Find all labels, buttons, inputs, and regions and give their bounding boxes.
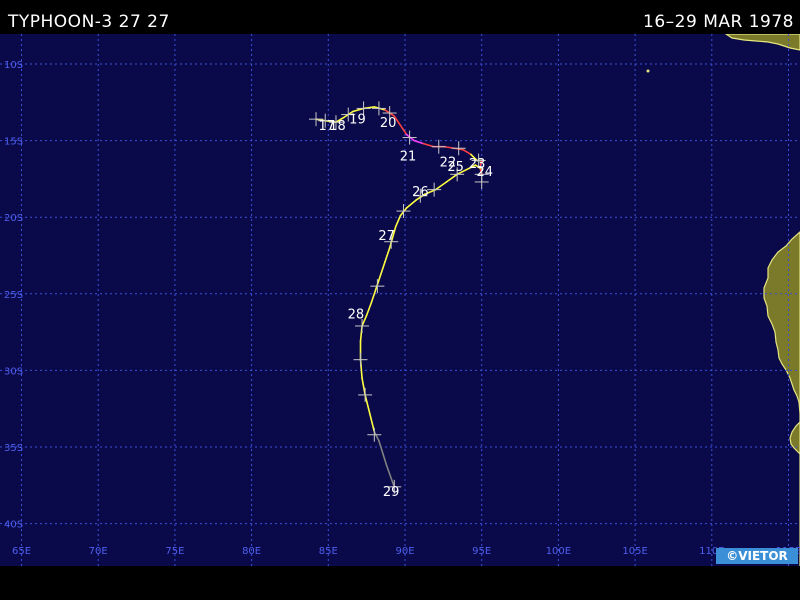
lon-label: 80E	[242, 546, 261, 557]
lat-label: 30S	[4, 366, 23, 377]
lon-label: 100E	[546, 546, 571, 557]
day-label: 20	[380, 116, 397, 131]
date-range: 16–29 MAR 1978	[643, 12, 794, 32]
day-label: 26	[412, 185, 429, 200]
day-label: 21	[400, 150, 417, 165]
lat-label: 10S	[4, 60, 23, 71]
day-label: 19	[349, 113, 366, 128]
lat-label: 25S	[4, 290, 23, 301]
lon-label: 85E	[319, 546, 338, 557]
lon-label: 70E	[89, 546, 108, 557]
map-canvas: 1718 19 2021 22 23242526272829 10S15S20S25S3…	[0, 33, 800, 600]
lon-label: 75E	[165, 546, 184, 557]
lat-label: 35S	[4, 443, 23, 454]
day-label: 18	[329, 119, 346, 134]
day-label: 25	[447, 160, 464, 175]
day-label: 27	[378, 229, 395, 244]
day-label: 24	[476, 165, 493, 180]
lon-label: 95E	[472, 546, 491, 557]
lat-label: 40S	[4, 520, 23, 531]
storm-title: TYPHOON-3 27 27	[8, 12, 170, 32]
lon-label: 65E	[12, 546, 31, 557]
credit-badge: ©VIETOR	[716, 548, 798, 564]
track-map: 17 18 19 20 21 22 23 24 25 26 27 28 29 10S 15S 20S 25S 3…	[0, 33, 800, 600]
header-bar: TYPHOON-3 27 27 16–29 MAR 1978	[0, 0, 800, 34]
christmas-island	[646, 69, 650, 73]
ocean	[0, 34, 800, 566]
day-label: 28	[348, 307, 365, 322]
lon-label: 90E	[395, 546, 414, 557]
lat-label: 20S	[4, 213, 23, 224]
lat-label: 15S	[4, 137, 23, 148]
footer-bar	[0, 566, 800, 600]
day-label: 29	[383, 485, 400, 500]
lon-label: 105E	[622, 546, 647, 557]
